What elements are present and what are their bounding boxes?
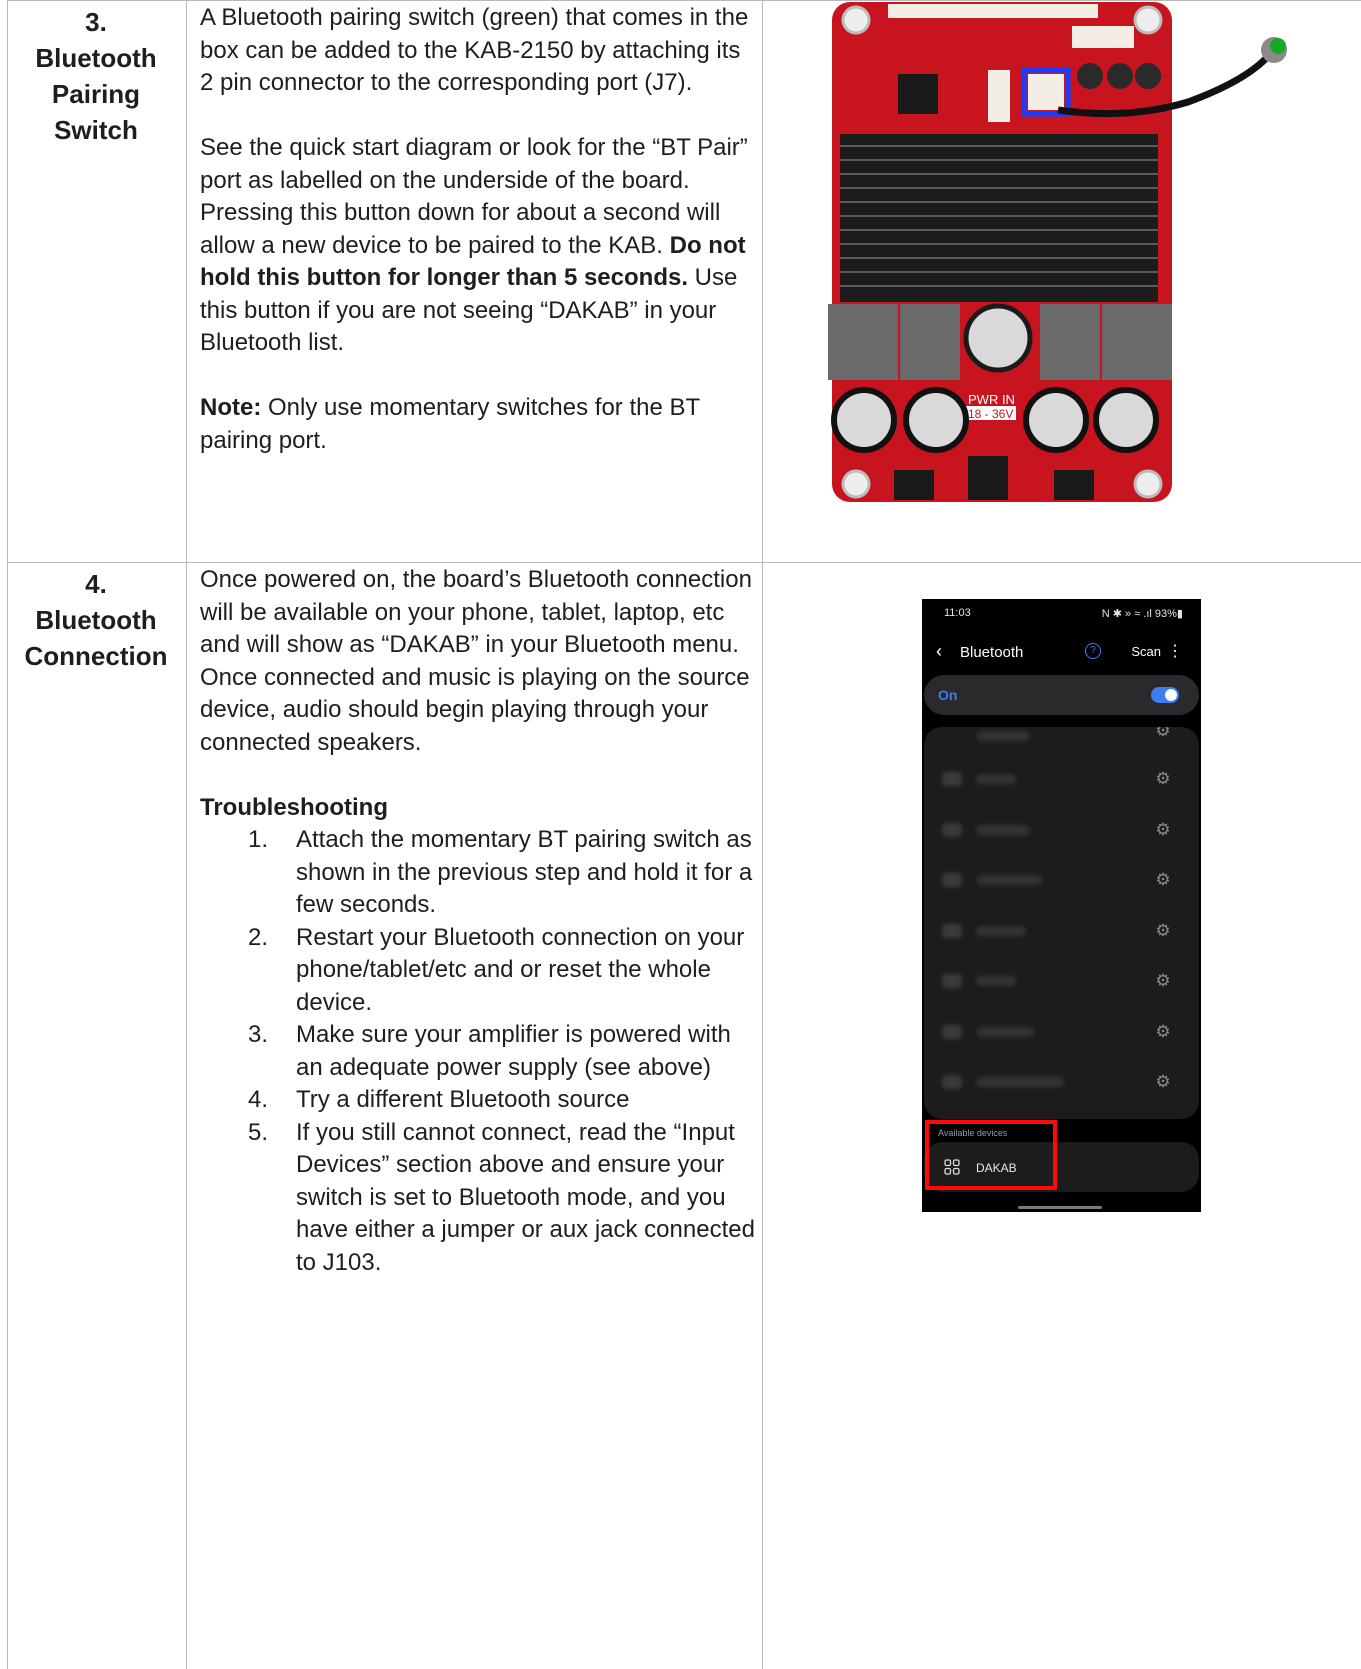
step-number: 3. — [85, 7, 107, 37]
chevron-left-icon[interactable]: ‹ — [936, 641, 942, 662]
voltage-label: 18 - 36V — [968, 407, 1013, 421]
paragraph: Pressing this button down for about a se… — [200, 197, 760, 360]
blurred-device-name — [976, 976, 1016, 986]
paired-device-row[interactable]: ⚙ — [924, 1057, 1199, 1108]
gear-icon[interactable]: ⚙ — [1153, 727, 1173, 741]
blurred-device-name — [976, 824, 1030, 835]
row-border — [7, 562, 1361, 563]
gear-icon[interactable]: ⚙ — [1153, 971, 1173, 991]
step-title-line: Connection — [24, 641, 168, 671]
status-time: 11:03 — [944, 607, 971, 619]
step-3-heading: 3. Bluetooth Pairing Switch — [8, 4, 184, 148]
list-number: 5. — [248, 1118, 269, 1146]
step-4-description: Once powered on, the board’s Bluetooth c… — [200, 564, 760, 1279]
paragraph: See the quick start diagram or look for … — [200, 134, 748, 194]
step-title-line: Bluetooth — [35, 43, 157, 73]
paired-device-row[interactable]: ⚙ — [924, 754, 1199, 805]
toggle-label: On — [938, 687, 958, 703]
col-border-1 — [7, 0, 8, 1669]
device-icon — [942, 772, 962, 786]
blurred-device-name — [976, 925, 1026, 936]
paired-device-row[interactable]: ⚙ — [924, 805, 1199, 856]
list-text: If you still cannot connect, read the “I… — [296, 1118, 755, 1276]
paired-device-row[interactable]: ⚙ — [924, 956, 1199, 1007]
troubleshooting-heading: Troubleshooting — [200, 792, 760, 825]
bluetooth-toggle[interactable] — [1151, 687, 1179, 703]
paired-device-row[interactable]: ⚙ — [924, 855, 1199, 906]
note-label: Note: — [200, 394, 262, 421]
highlight-box — [925, 1120, 1057, 1190]
note-text: Only use momentary switches for the BT p… — [200, 394, 700, 454]
device-icon — [942, 822, 962, 837]
amplifier-board-illustration: PWR IN 18 - 36V — [828, 2, 1287, 502]
scan-button[interactable]: Scan — [1131, 644, 1161, 659]
step-number: 4. — [85, 569, 107, 599]
step-title-line: Switch — [54, 115, 138, 145]
blurred-device-name — [976, 774, 1016, 784]
bluetooth-header: ‹ Bluetooth ? Scan ⋮ — [936, 641, 1187, 665]
pwr-in-label: PWR IN — [968, 392, 1015, 407]
paired-device-row[interactable]: ⚙ — [924, 727, 1199, 754]
device-icon — [942, 873, 962, 887]
gear-icon[interactable]: ⚙ — [1153, 769, 1173, 789]
list-text: Restart your Bluetooth connection on you… — [296, 923, 745, 1016]
list-item: 2. Restart your Bluetooth connection on y… — [200, 922, 760, 1020]
paragraph: Once powered on, the board’s Bluetooth c… — [200, 566, 752, 756]
list-text: Try a different Bluetooth source — [296, 1086, 630, 1113]
list-number: 3. — [248, 1021, 269, 1048]
list-number: 1. — [248, 826, 269, 853]
device-icon — [942, 974, 962, 988]
help-icon[interactable]: ? — [1085, 643, 1101, 659]
blurred-device-name — [976, 1026, 1034, 1037]
troubleshooting-list: 1. Attach the momentary BT pairing switch… — [200, 824, 760, 1279]
paragraph: A Bluetooth pairing switch (green) that … — [200, 4, 749, 96]
list-item: 4. Try a different Bluetooth source — [200, 1084, 760, 1117]
bluetooth-toggle-row[interactable]: On — [924, 675, 1199, 715]
more-vert-icon[interactable]: ⋮ — [1167, 641, 1183, 661]
gear-icon[interactable]: ⚙ — [1153, 870, 1173, 890]
list-number: 2. — [248, 923, 269, 951]
gear-icon[interactable]: ⚙ — [1153, 1072, 1173, 1092]
col-border-3 — [762, 0, 763, 1669]
paired-devices-list: ⚙ ⚙ ⚙ ⚙ ⚙ ⚙ ⚙ ⚙ — [924, 727, 1199, 1119]
step-4-heading: 4. Bluetooth Connection — [8, 566, 184, 674]
heading-text: Troubleshooting — [200, 793, 388, 821]
gear-icon[interactable]: ⚙ — [1153, 820, 1173, 840]
screen-title: Bluetooth — [960, 644, 1024, 661]
paired-device-row[interactable]: ⚙ — [924, 1007, 1199, 1058]
step-title-line: Pairing — [51, 79, 141, 109]
list-item: 5. If you still cannot connect, read the … — [200, 1117, 760, 1280]
note: Note: Only use momentary switches for th… — [200, 392, 760, 457]
gear-icon[interactable]: ⚙ — [1153, 1022, 1173, 1042]
blurred-device-name — [976, 1077, 1064, 1087]
phone-bluetooth-screenshot: 11:03 N ✱ » ≈ .ıl 93%▮ ‹ Bluetooth ? Sca… — [922, 599, 1201, 1212]
device-icon — [942, 1075, 962, 1089]
blurred-device-name — [976, 731, 1030, 741]
list-item: 3. Make sure your amplifier is powered wi… — [200, 1019, 760, 1084]
col-border-2 — [186, 0, 187, 1669]
step-3-description: A Bluetooth pairing switch (green) that … — [200, 2, 760, 457]
gesture-bar — [1018, 1206, 1102, 1209]
device-icon — [942, 1024, 962, 1039]
blurred-device-name — [976, 875, 1042, 885]
text-run: Pressing this button down for about a se… — [200, 199, 721, 259]
list-text: Attach the momentary BT pairing switch a… — [296, 826, 753, 918]
list-text: Make sure your amplifier is powered with… — [296, 1021, 731, 1081]
device-icon — [942, 923, 962, 938]
paired-device-row[interactable]: ⚙ — [924, 906, 1199, 957]
amplifier-board-photo: PWR IN 18 - 36V — [828, 0, 1298, 506]
step-title-line: Bluetooth — [35, 605, 157, 635]
list-number: 4. — [248, 1086, 269, 1113]
status-icons: N ✱ » ≈ .ıl 93%▮ — [1101, 608, 1183, 620]
gear-icon[interactable]: ⚙ — [1153, 921, 1173, 941]
list-item: 1. Attach the momentary BT pairing switch… — [200, 824, 760, 922]
